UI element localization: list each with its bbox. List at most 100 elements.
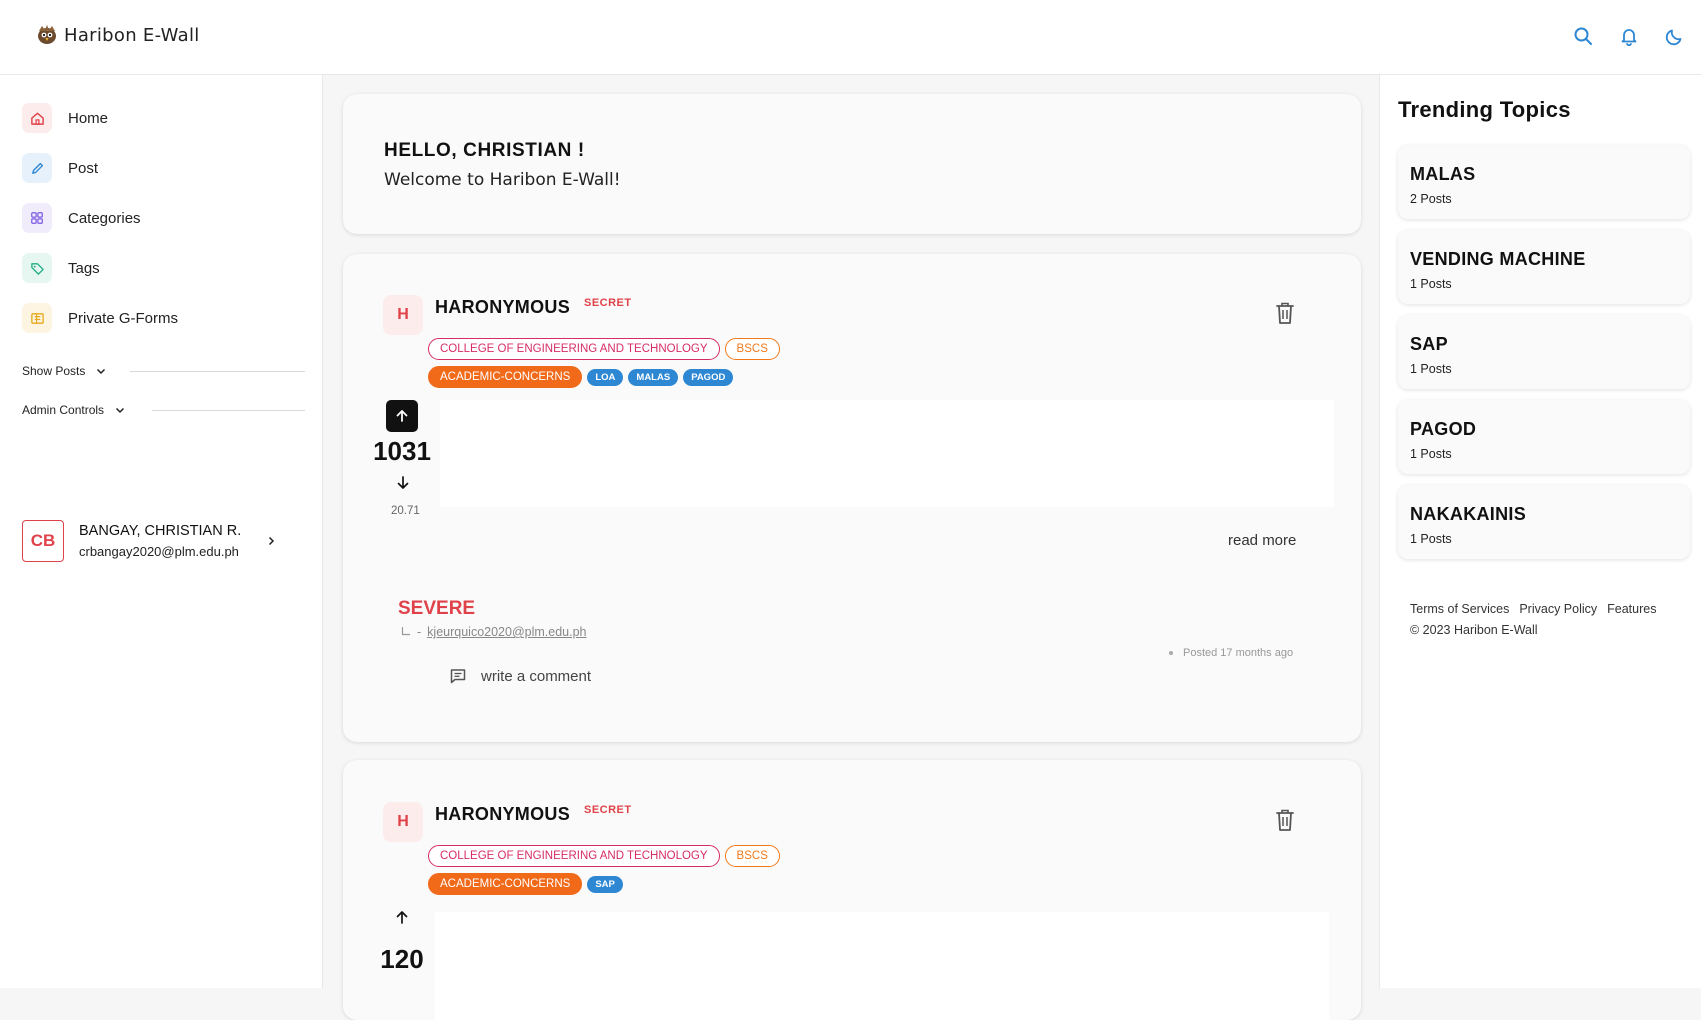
topic-card[interactable]: MALAS 2 Posts [1398, 145, 1690, 219]
sidebar-item-home[interactable]: Home [22, 103, 108, 133]
program-tag[interactable]: BSCS [724, 338, 780, 360]
vote-count: 1031 [373, 436, 431, 466]
arrow-up-icon [396, 410, 408, 422]
reply-email-link[interactable]: kjeurquico2020@plm.edu.ph [427, 625, 586, 639]
post-author: HARONYMOUS [435, 804, 571, 824]
avatar: H [383, 295, 423, 335]
bell-icon[interactable] [1619, 26, 1639, 47]
tag-chip[interactable]: LOA [587, 368, 624, 386]
upvote-button[interactable] [394, 908, 410, 926]
tag-chip[interactable]: SAP [587, 875, 623, 893]
upvote-button[interactable] [386, 400, 418, 432]
sidebar-item-categories[interactable]: Categories [22, 203, 141, 233]
topic-count: 1 Posts [1410, 362, 1452, 376]
post-card: H HARONYMOUS SECRET COLLEGE OF ENGINEERI… [343, 254, 1361, 742]
pencil-icon [22, 153, 52, 183]
college-tag[interactable]: COLLEGE OF ENGINEERING AND TECHNOLOGY [428, 845, 720, 867]
admin-controls-toggle[interactable]: Admin Controls [22, 403, 126, 417]
show-posts-label: Show Posts [22, 364, 86, 378]
topic-name: NAKAKAINIS [1410, 504, 1527, 524]
post-author: HARONYMOUS [435, 297, 571, 317]
user-profile-card[interactable]: CB BANGAY, CHRISTIAN R. crbangay2020@plm… [22, 520, 277, 562]
trending-panel: Trending Topics MALAS 2 Posts VENDING MA… [1379, 75, 1701, 988]
topic-card[interactable]: VENDING MACHINE 1 Posts [1398, 230, 1690, 304]
visibility-badge: SECRET [584, 297, 632, 309]
terms-link[interactable]: Terms of Services [1410, 602, 1509, 616]
reply-corner-icon [401, 627, 410, 636]
post-body [435, 912, 1329, 1020]
copyright: © 2023 Haribon E-Wall [1410, 623, 1538, 637]
write-comment-button[interactable]: write a comment [449, 667, 591, 685]
divider [152, 410, 305, 411]
comment-icon [450, 669, 466, 684]
sidebar-item-label: Categories [68, 209, 141, 227]
user-name: BANGAY, CHRISTIAN R. [79, 523, 242, 539]
topic-card[interactable]: PAGOD 1 Posts [1398, 400, 1690, 474]
college-tag[interactable]: COLLEGE OF ENGINEERING AND TECHNOLOGY [428, 338, 720, 360]
topic-count: 1 Posts [1410, 277, 1452, 291]
topic-name: VENDING MACHINE [1410, 249, 1586, 269]
bullet-dot [1169, 651, 1173, 655]
visibility-badge: SECRET [584, 804, 632, 816]
sidebar-item-label: Post [68, 159, 99, 177]
search-icon[interactable] [1573, 26, 1593, 46]
tag-chip[interactable]: MALAS [628, 368, 679, 386]
category-tag[interactable]: ACADEMIC-CONCERNS [428, 873, 583, 895]
topic-name: MALAS [1410, 164, 1476, 184]
sidebar-item-label: Home [68, 109, 109, 127]
sidebar-item-post[interactable]: Post [22, 153, 98, 183]
sidebar-item-private-g-forms[interactable]: Private G-Forms [22, 303, 178, 333]
chevron-right-icon [269, 536, 275, 546]
topic-name: SAP [1410, 334, 1448, 354]
admin-controls-label: Admin Controls [22, 403, 105, 417]
read-more-link[interactable]: read more [1228, 532, 1296, 549]
topic-count: 1 Posts [1410, 447, 1452, 461]
features-link[interactable]: Features [1607, 602, 1656, 616]
trash-icon[interactable] [1273, 807, 1297, 833]
severity-label: SEVERE [398, 598, 476, 619]
category-tag[interactable]: ACADEMIC-CONCERNS [428, 366, 583, 388]
sidebar-item-label: Private G-Forms [68, 309, 179, 327]
tag-icon [22, 253, 52, 283]
grid-icon [22, 203, 52, 233]
welcome-subtitle: Welcome to Haribon E-Wall! [384, 170, 621, 190]
post-body [440, 400, 1334, 507]
privacy-link[interactable]: Privacy Policy [1519, 602, 1597, 616]
sidebar-item-label: Tags [68, 259, 100, 277]
chevron-down-icon [116, 407, 125, 414]
haribon-logo-icon [38, 25, 56, 44]
avatar: H [383, 802, 423, 842]
user-email: crbangay2020@plm.edu.ph [79, 544, 239, 559]
avatar: CB [22, 520, 64, 562]
home-icon [22, 103, 52, 133]
app-name: Haribon E-Wall [64, 24, 200, 46]
downvote-button[interactable] [395, 474, 411, 492]
footer-links: Terms of Services Privacy Policy Feature… [1410, 602, 1656, 616]
post-card: H HARONYMOUS SECRET COLLEGE OF ENGINEERI… [343, 760, 1361, 1020]
sidebar: Home Post Categories Tags Private G-Form… [0, 75, 323, 988]
divider [130, 371, 305, 372]
trash-icon[interactable] [1273, 300, 1297, 326]
welcome-card: HELLO, CHRISTIAN ! Welcome to Haribon E-… [343, 94, 1361, 234]
top-bar: Haribon E-Wall [0, 0, 1701, 75]
trending-title: Trending Topics [1398, 97, 1571, 122]
moon-icon[interactable] [1665, 26, 1685, 46]
score-value: 20.71 [391, 505, 420, 517]
write-comment-label: write a comment [481, 667, 592, 685]
topic-name: PAGOD [1410, 419, 1477, 439]
tag-chip[interactable]: PAGOD [683, 368, 734, 386]
show-posts-toggle[interactable]: Show Posts [22, 364, 107, 378]
posted-text: Posted 17 months ago [1183, 647, 1294, 659]
topic-card[interactable]: NAKAKAINIS 1 Posts [1398, 485, 1690, 559]
topic-count: 2 Posts [1410, 192, 1452, 206]
vote-count: 120 [380, 944, 424, 974]
form-icon [22, 303, 52, 333]
posted-time: Posted 17 months ago [1169, 647, 1293, 659]
brand[interactable]: Haribon E-Wall [36, 24, 200, 46]
sidebar-item-tags[interactable]: Tags [22, 253, 100, 283]
reply-prefix: - [417, 625, 422, 639]
welcome-title: HELLO, CHRISTIAN ! [384, 140, 585, 161]
topic-count: 1 Posts [1410, 532, 1452, 546]
program-tag[interactable]: BSCS [724, 845, 780, 867]
topic-card[interactable]: SAP 1 Posts [1398, 315, 1690, 389]
